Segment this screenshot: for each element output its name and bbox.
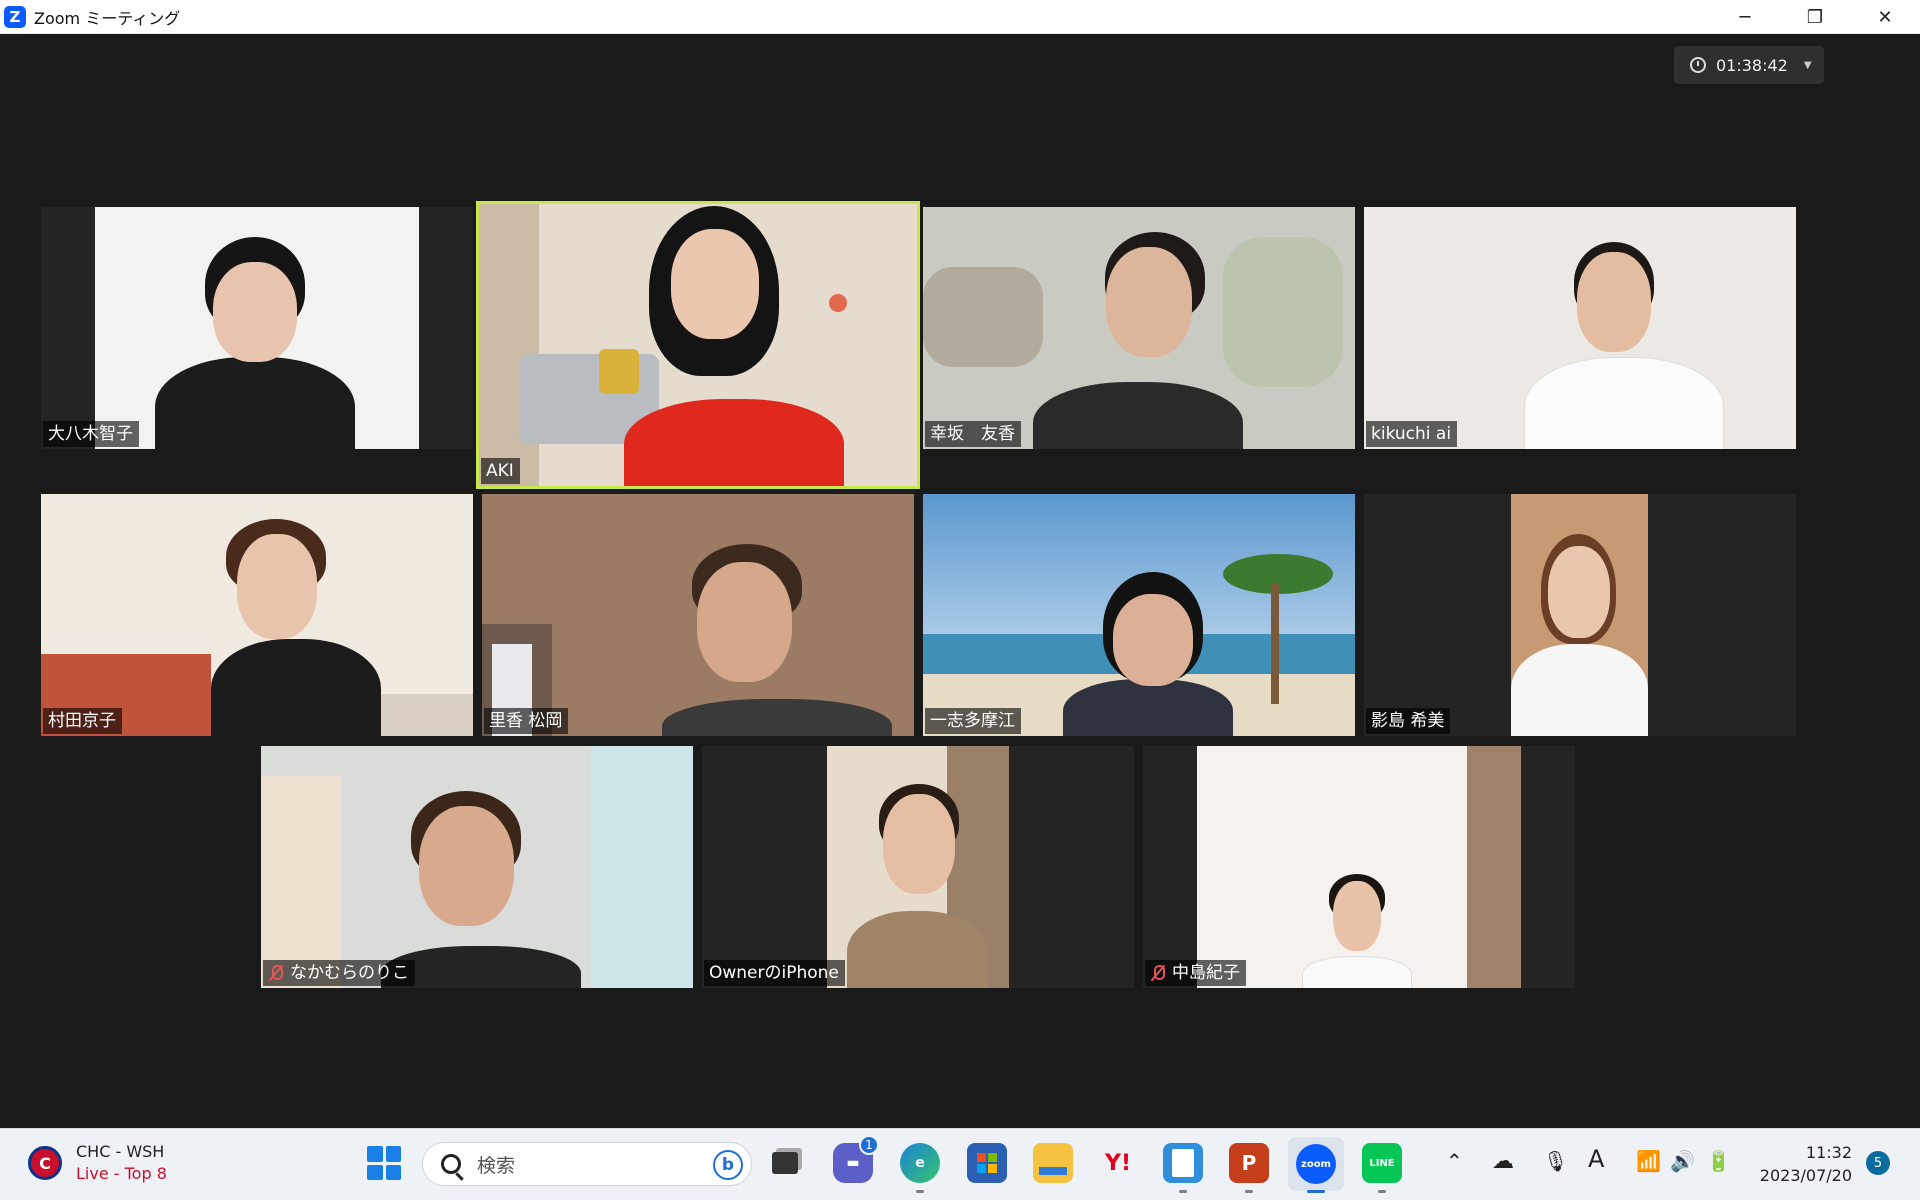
video-feed <box>923 207 1355 449</box>
teams-chat-button[interactable]: ▬ 1 <box>833 1135 879 1183</box>
clock-date: 2023/07/20 <box>1759 1166 1852 1185</box>
microsoft-store-button[interactable] <box>967 1143 1007 1183</box>
clock-icon <box>1690 57 1706 73</box>
line-icon: LINE <box>1369 1157 1395 1169</box>
microphone-muted-icon <box>268 964 284 982</box>
timer-value: 01:38:42 <box>1716 55 1788 75</box>
windows-taskbar: C CHC - WSH Live - Top 8 検索 b ▬ 1 e Y! P… <box>0 1128 1920 1200</box>
video-tile[interactable]: なかむらのりこ <box>261 746 693 988</box>
participant-name: 影島 希美 <box>1366 708 1451 734</box>
video-tile[interactable]: 大八木智子 <box>41 207 473 449</box>
widget-subtitle: Live - Top 8 <box>76 1164 167 1183</box>
edge-icon: e <box>915 1155 925 1171</box>
search-placeholder: 検索 <box>477 1154 516 1177</box>
minimize-button[interactable]: ─ <box>1710 0 1780 34</box>
task-view-button[interactable] <box>765 1143 805 1183</box>
video-feed <box>41 494 473 736</box>
notepad-button[interactable] <box>1163 1143 1203 1193</box>
video-feed <box>1364 207 1796 449</box>
line-button[interactable]: LINE <box>1362 1143 1402 1193</box>
notepad-icon <box>1172 1149 1194 1177</box>
video-feed <box>923 494 1355 736</box>
chat-icon: ▬ <box>846 1155 860 1171</box>
video-tile[interactable]: 里香 松岡 <box>482 494 914 736</box>
participant-name: 村田京子 <box>43 708 122 734</box>
video-feed <box>479 204 917 486</box>
participant-name: 幸坂 友香 <box>925 421 1021 447</box>
zoom-icon: zoom <box>1296 1144 1336 1184</box>
taskbar-search-box[interactable]: 検索 b <box>422 1142 752 1186</box>
participant-name: kikuchi ai <box>1366 421 1458 447</box>
meeting-gallery-view: 01:38:42 ▼ 大八木智子 AKI 幸坂 友香 kikuchi ai 村田… <box>0 34 1920 1128</box>
meeting-timer[interactable]: 01:38:42 ▼ <box>1674 46 1824 84</box>
powerpoint-icon: P <box>1241 1151 1257 1175</box>
video-feed <box>1511 494 1648 736</box>
video-tile[interactable]: OwnerのiPhone <box>702 746 1134 988</box>
edge-button[interactable]: e <box>900 1143 940 1193</box>
show-hidden-icons-chevron-up-icon[interactable]: ⌃ <box>1446 1149 1463 1173</box>
folder-icon <box>1039 1167 1067 1175</box>
video-tile[interactable]: 中島紀子 <box>1143 746 1575 988</box>
windows-logo-icon <box>367 1146 383 1162</box>
zoom-app-icon: Z <box>4 5 26 28</box>
yahoo-icon: Y! <box>1105 1150 1131 1176</box>
video-tile[interactable]: kikuchi ai <box>1364 207 1796 449</box>
participant-name: AKI <box>481 458 520 484</box>
zoom-taskbar-button[interactable]: zoom <box>1288 1137 1344 1193</box>
ime-indicator[interactable]: A <box>1588 1145 1604 1173</box>
window-title: Zoom ミーティング <box>34 8 181 28</box>
onedrive-cloud-icon[interactable]: ☁ <box>1492 1149 1514 1174</box>
store-icon <box>977 1153 997 1173</box>
video-feed <box>482 494 914 736</box>
video-tile-active-speaker[interactable]: AKI <box>476 201 920 489</box>
chevron-down-icon: ▼ <box>1803 59 1812 71</box>
participant-name: 中島紀子 <box>1145 960 1246 986</box>
video-tile[interactable]: 村田京子 <box>41 494 473 736</box>
participant-name: 一志多摩江 <box>925 708 1021 734</box>
window-title-bar: Z Zoom ミーティング ─ ❐ ✕ <box>0 0 1920 34</box>
participant-name: OwnerのiPhone <box>704 960 845 986</box>
restore-button[interactable]: ❐ <box>1780 0 1850 34</box>
task-view-icon <box>772 1152 798 1174</box>
participant-name: なかむらのりこ <box>263 960 415 986</box>
participant-name: 大八木智子 <box>43 421 139 447</box>
video-tile[interactable]: 一志多摩江 <box>923 494 1355 736</box>
wifi-icon[interactable]: 📶 <box>1636 1149 1661 1173</box>
taskbar-clock[interactable]: 11:32 2023/07/20 <box>1752 1141 1852 1187</box>
notification-badge[interactable]: 5 <box>1866 1151 1890 1175</box>
close-button[interactable]: ✕ <box>1850 0 1920 34</box>
video-feed <box>261 746 693 988</box>
battery-icon[interactable]: 🔋 <box>1706 1149 1731 1173</box>
video-feed <box>95 207 419 449</box>
bing-icon[interactable]: b <box>713 1150 743 1180</box>
participant-name: 里香 松岡 <box>484 708 569 734</box>
widget-title: CHC - WSH <box>76 1142 165 1161</box>
microphone-muted-icon <box>1150 964 1166 982</box>
video-tile[interactable]: 影島 希美 <box>1364 494 1796 736</box>
clock-time: 11:32 <box>1805 1143 1852 1162</box>
video-feed <box>827 746 1009 988</box>
video-feed <box>1197 746 1521 988</box>
search-icon <box>441 1154 461 1174</box>
video-tile[interactable]: 幸坂 友香 <box>923 207 1355 449</box>
yahoo-button[interactable]: Y! <box>1098 1143 1138 1183</box>
powerpoint-button[interactable]: P <box>1229 1143 1269 1193</box>
volume-icon[interactable]: 🔊 <box>1670 1149 1695 1173</box>
microphone-icon[interactable]: 🎙 <box>1543 1149 1568 1173</box>
teams-badge: 1 <box>859 1135 879 1155</box>
widgets-news[interactable]: C CHC - WSH Live - Top 8 <box>28 1141 167 1185</box>
start-button[interactable] <box>367 1146 401 1180</box>
cubs-logo-icon: C <box>28 1146 62 1180</box>
file-explorer-button[interactable] <box>1033 1143 1073 1183</box>
